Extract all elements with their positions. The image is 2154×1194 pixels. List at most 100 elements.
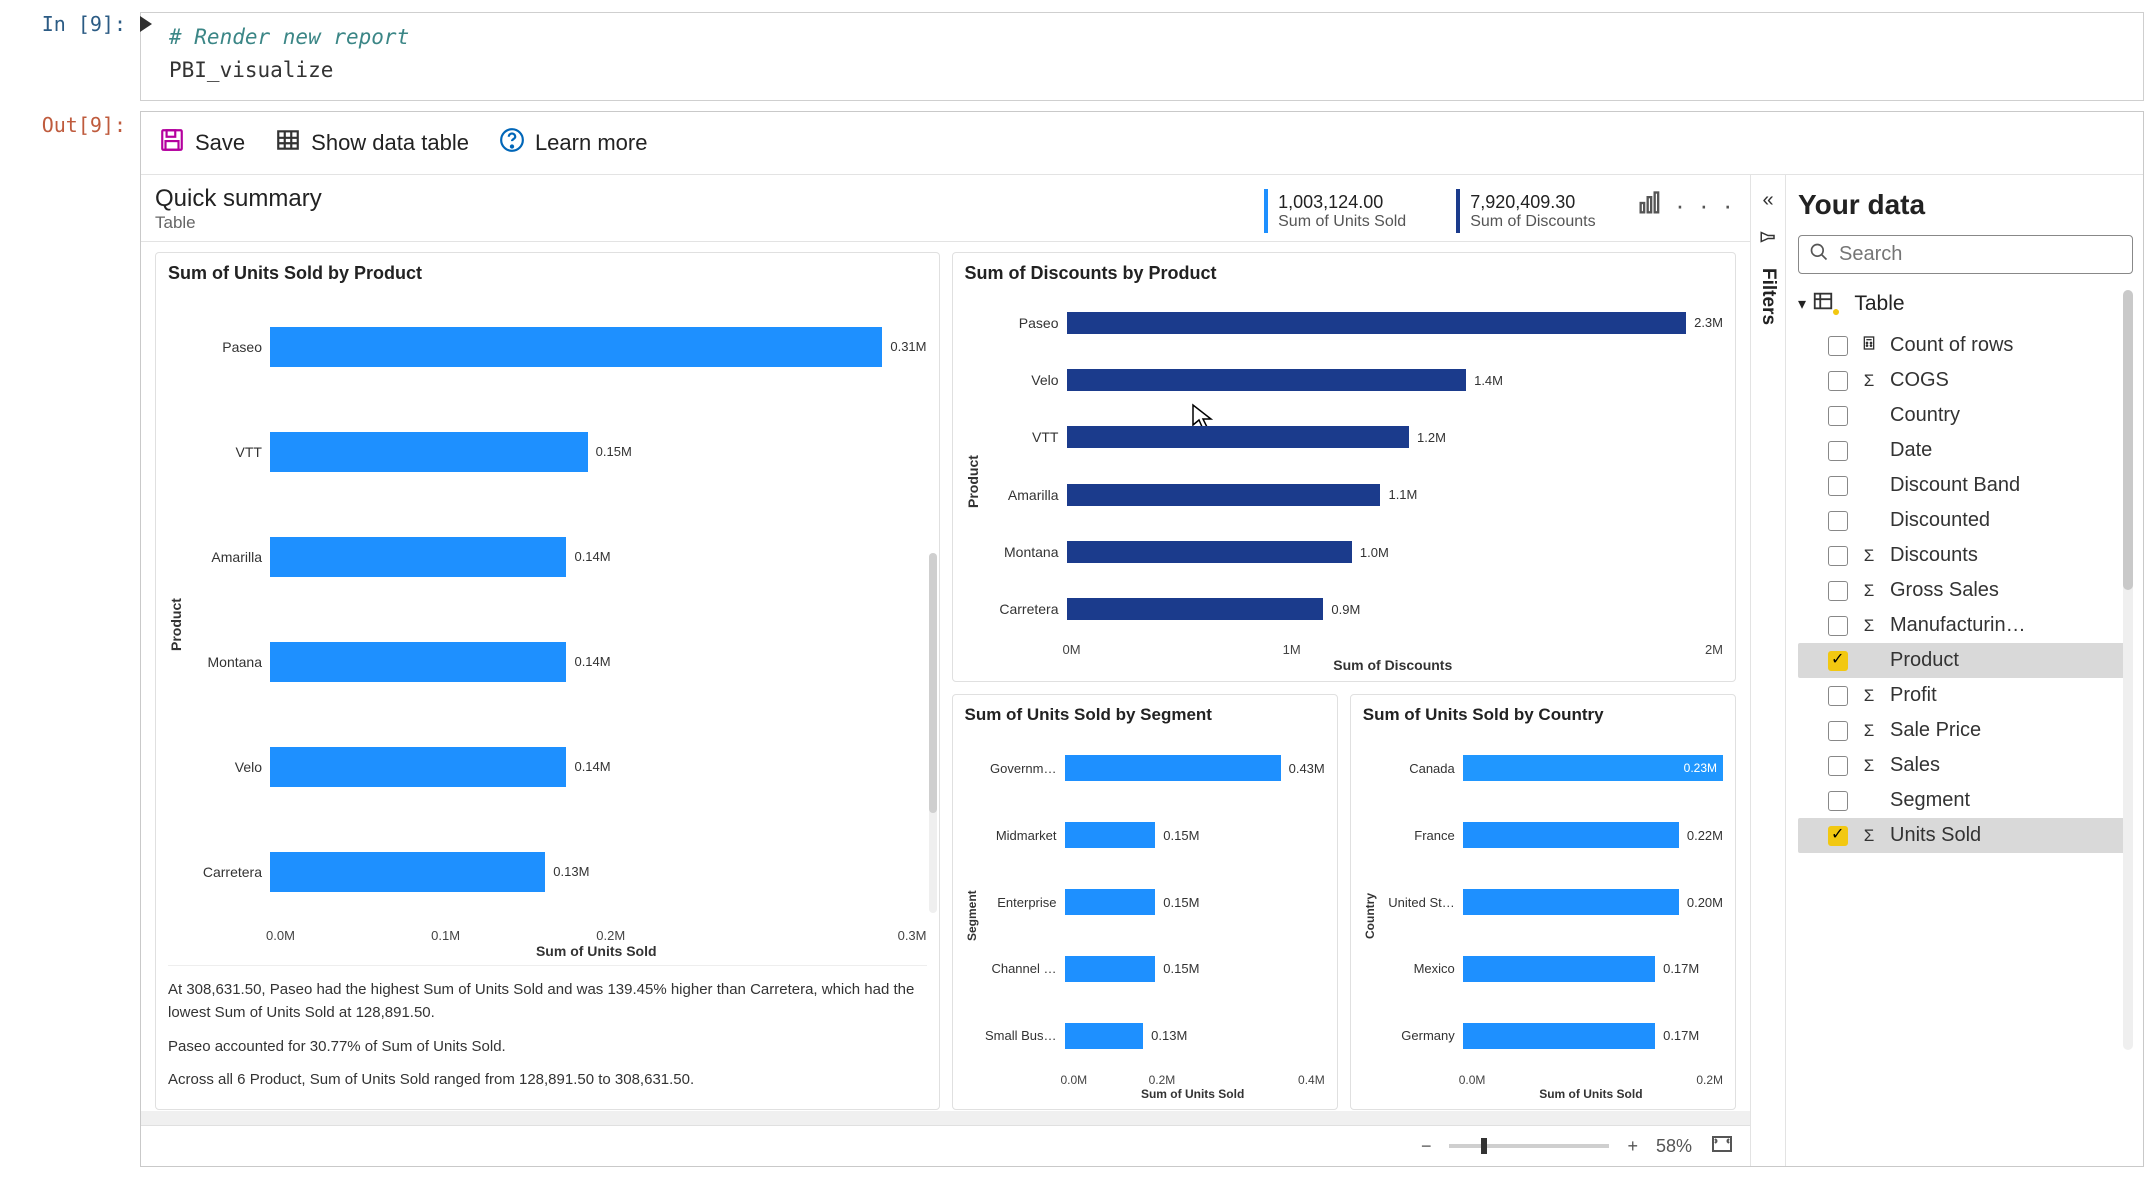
bar[interactable] [1067,484,1381,506]
show-data-table-button[interactable]: Show data table [275,127,469,159]
field-checkbox[interactable] [1828,581,1848,601]
zoom-out-button[interactable]: − [1421,1136,1432,1157]
field-row[interactable]: ΣSale Price [1798,713,2133,748]
field-checkbox[interactable] [1828,336,1848,356]
field-checkbox[interactable] [1828,406,1848,426]
more-options-icon[interactable]: · · · [1676,190,1736,221]
bar-row[interactable]: Velo1.4M [987,369,1724,391]
panel-scrollbar-thumb[interactable] [929,553,937,813]
bar-row[interactable]: Midmarket0.15M [985,822,1325,848]
field-checkbox[interactable] [1828,756,1848,776]
zoom-slider-thumb[interactable] [1481,1138,1487,1154]
bar-row[interactable]: Small Bus…0.13M [985,1023,1325,1049]
bar[interactable] [1463,889,1679,915]
field-checkbox[interactable] [1828,791,1848,811]
bar-row[interactable]: Paseo0.31M [190,327,927,367]
field-row[interactable]: ·Date [1798,433,2133,468]
field-row[interactable]: Count of rows [1798,328,2133,363]
bar[interactable] [1065,822,1156,848]
bar[interactable] [1065,956,1156,982]
field-row[interactable]: ΣManufacturin… [1798,608,2133,643]
bar[interactable] [1067,312,1687,334]
bar[interactable] [1463,956,1655,982]
zoom-slider[interactable] [1449,1144,1609,1148]
bar[interactable] [1065,889,1156,915]
bar-row[interactable]: Amarilla1.1M [987,484,1724,506]
save-button[interactable]: Save [159,127,245,159]
bar-row[interactable]: Amarilla0.14M [190,537,927,577]
bar[interactable] [1067,426,1410,448]
field-checkbox[interactable] [1828,546,1848,566]
field-row[interactable]: ΣDiscounts [1798,538,2133,573]
bar-row[interactable]: Montana1.0M [987,541,1724,563]
bar-row[interactable]: United St…0.20M [1383,889,1723,915]
zoom-in-button[interactable]: + [1627,1136,1638,1157]
bar[interactable] [1067,541,1352,563]
field-row[interactable]: ΣCOGS [1798,363,2133,398]
report-canvas[interactable]: Quick summary Table 1,003,124.00 Sum of … [141,175,1750,1111]
chart-units-by-product[interactable]: Sum of Units Sold by Product Product Pas… [155,252,940,1110]
field-row[interactable]: ·Discount Band [1798,468,2133,503]
chart-units-by-country[interactable]: Sum of Units Sold by Country Country Can… [1350,694,1736,1110]
bar[interactable] [270,432,588,472]
bar-row[interactable]: Governm…0.43M [985,755,1325,781]
bar[interactable] [1463,822,1679,848]
bar[interactable] [270,642,566,682]
filters-label[interactable]: Filters [1757,268,1779,325]
kpi-units-sold[interactable]: 1,003,124.00 Sum of Units Sold [1264,189,1406,233]
bar-row[interactable]: Carretera0.13M [190,852,927,892]
bar-row[interactable]: Canada0.23M [1383,755,1723,781]
bar-row[interactable]: VTT1.2M [987,426,1724,448]
field-checkbox[interactable] [1828,371,1848,391]
data-search-box[interactable] [1798,235,2133,274]
code-cell[interactable]: # Render new report PBI_visualize [140,12,2144,101]
field-checkbox[interactable] [1828,511,1848,531]
bar-row[interactable]: Velo0.14M [190,747,927,787]
search-input[interactable] [1837,242,2122,267]
kpi-discounts[interactable]: 7,920,409.30 Sum of Discounts [1456,189,1595,233]
bar-row[interactable]: Montana0.14M [190,642,927,682]
bar[interactable] [1065,755,1281,781]
bar[interactable] [270,327,882,367]
bar-row[interactable]: VTT0.15M [190,432,927,472]
field-row[interactable]: ΣGross Sales [1798,573,2133,608]
field-row[interactable]: ·Country [1798,398,2133,433]
visual-options-icon[interactable] [1636,189,1664,222]
bar-row[interactable]: France0.22M [1383,822,1723,848]
learn-more-button[interactable]: Learn more [499,127,648,159]
field-checkbox[interactable] [1828,476,1848,496]
bar-row[interactable]: Paseo2.3M [987,312,1724,334]
collapse-filters-icon[interactable]: « [1762,189,1773,212]
bar[interactable] [1067,598,1324,620]
bar-row[interactable]: Channel …0.15M [985,956,1325,982]
field-row[interactable]: ·Segment [1798,783,2133,818]
bar[interactable] [270,537,566,577]
field-row[interactable]: ·Discounted [1798,503,2133,538]
field-row[interactable]: ΣProfit [1798,678,2133,713]
field-checkbox[interactable] [1828,616,1848,636]
field-checkbox[interactable] [1828,721,1848,741]
bar-row[interactable]: Carretera0.9M [987,598,1724,620]
run-cell-icon[interactable] [136,14,156,39]
field-row[interactable]: ΣSales [1798,748,2133,783]
field-checkbox[interactable] [1828,686,1848,706]
bar-row[interactable]: Germany0.17M [1383,1023,1723,1049]
fit-to-page-icon[interactable] [1710,1132,1734,1161]
bar[interactable]: 0.23M [1463,755,1723,781]
bar[interactable] [270,852,545,892]
chart-discounts-by-product[interactable]: Sum of Discounts by Product Product Pase… [952,252,1737,682]
bar[interactable] [270,747,566,787]
bar-row[interactable]: Enterprise0.15M [985,889,1325,915]
canvas-horizontal-scrollbar[interactable] [141,1111,1750,1125]
tree-scrollbar-thumb[interactable] [2123,290,2133,590]
field-checkbox[interactable] [1828,441,1848,461]
chart-units-by-segment[interactable]: Sum of Units Sold by Segment Segment Gov… [952,694,1338,1110]
bar[interactable] [1065,1023,1144,1049]
pin-icon[interactable] [1759,228,1777,252]
field-checkbox[interactable] [1828,651,1848,671]
bar-row[interactable]: Mexico0.17M [1383,956,1723,982]
tree-table-header[interactable]: ▾ ● Table [1798,290,2133,318]
field-row[interactable]: ·Product [1798,643,2133,678]
field-checkbox[interactable] [1828,826,1848,846]
bar[interactable] [1463,1023,1655,1049]
